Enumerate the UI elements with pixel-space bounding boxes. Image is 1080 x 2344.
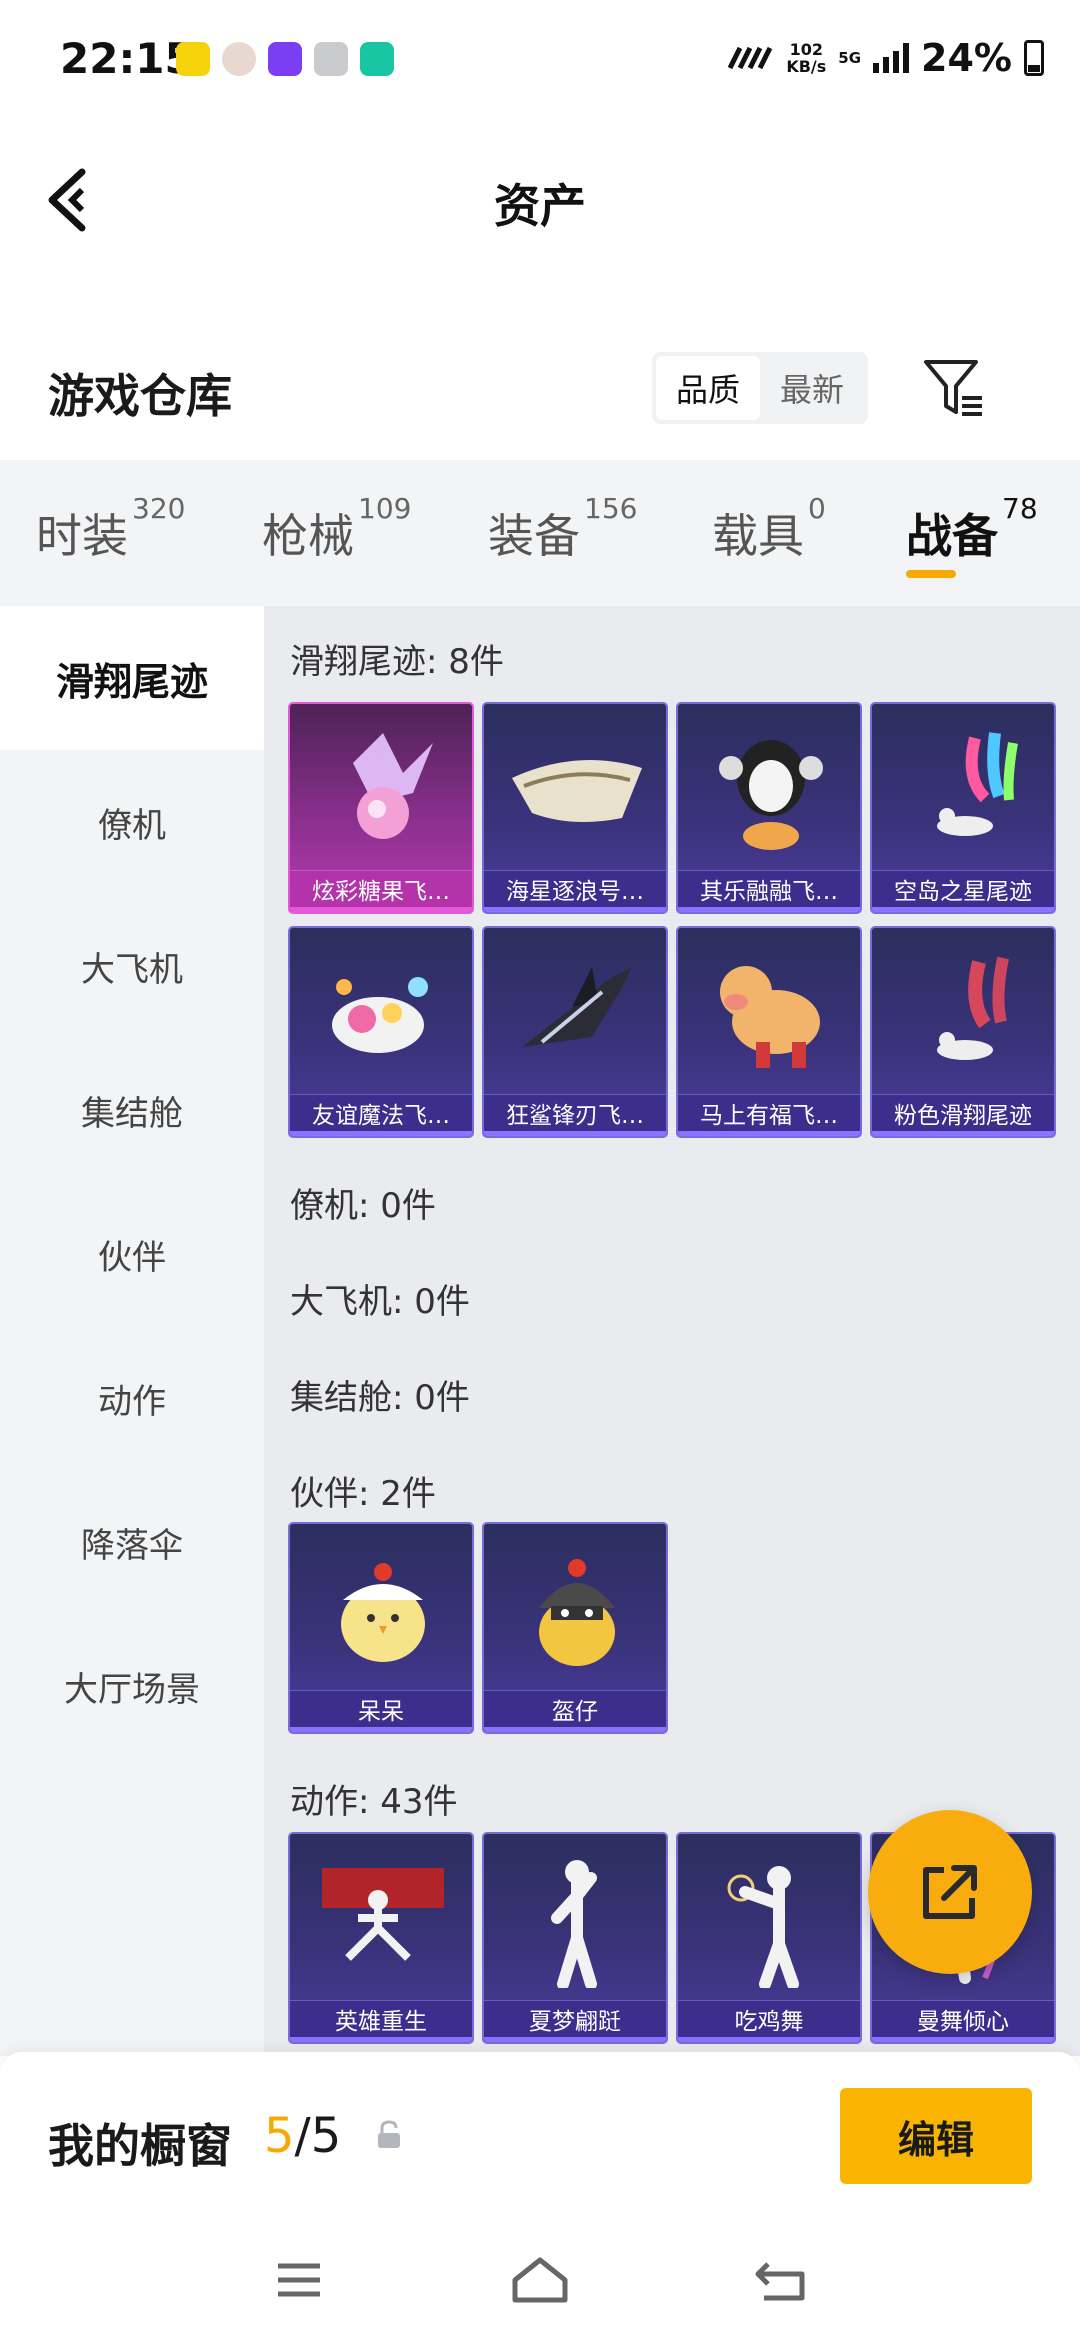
- menu-icon: [278, 2263, 320, 2297]
- status-bar: 22:15 102 KB/s 5G 24%: [0, 0, 1080, 120]
- item-name: 呆呆: [290, 1690, 472, 1732]
- category-sidebar: 滑翔尾迹 僚机 大飞机 集结舱 伙伴 动作 降落伞 大厅场景: [0, 606, 264, 2056]
- signal-icon: [873, 43, 910, 73]
- sort-option-quality[interactable]: 品质: [656, 356, 760, 420]
- item-card[interactable]: 吃鸡舞: [676, 1832, 862, 2044]
- horse-trail-image: [678, 928, 860, 1096]
- sidebar-item-wingman[interactable]: 僚机: [0, 750, 264, 894]
- menu-nav-button[interactable]: [264, 2250, 334, 2310]
- item-card[interactable]: 马上有福飞…: [676, 926, 862, 1138]
- showcase-count: 5/5: [264, 2108, 342, 2164]
- battery-icon: [1024, 40, 1044, 76]
- header: 资产: [0, 140, 1080, 260]
- lock-icon: [378, 2120, 400, 2148]
- item-name: 海星逐浪号…: [484, 870, 666, 912]
- shark-trail-image: [484, 928, 666, 1096]
- status-time: 22:15: [60, 34, 194, 83]
- home-nav-button[interactable]: [505, 2250, 575, 2310]
- item-name: 英雄重生: [290, 2000, 472, 2042]
- tab-fashion[interactable]: 时装320: [36, 492, 185, 566]
- item-name: 其乐融融飞…: [678, 870, 860, 912]
- friendship-magic-trail-image: [290, 928, 472, 1096]
- edit-button[interactable]: 编辑: [840, 2088, 1032, 2184]
- page-title: 资产: [494, 179, 586, 233]
- item-card[interactable]: 狂鲨锋刃飞…: [482, 926, 668, 1138]
- gear-app-icon: [314, 42, 348, 76]
- share-fab-button[interactable]: [868, 1810, 1032, 1974]
- group-title: 僚机: 0件: [290, 1186, 436, 1226]
- group-title: 集结舱: 0件: [290, 1378, 470, 1418]
- item-card[interactable]: 炫彩糖果飞…: [288, 702, 474, 914]
- status-right: 102 KB/s 5G 24%: [728, 36, 1044, 80]
- avatar-icon: [222, 42, 256, 76]
- sidebar-item-big-plane[interactable]: 大飞机: [0, 894, 264, 1038]
- boat-trail-image: [484, 704, 666, 872]
- item-name: 夏梦翩跹: [484, 2000, 666, 2042]
- item-card[interactable]: 夏梦翩跹: [482, 1832, 668, 2044]
- item-card[interactable]: 粉色滑翔尾迹: [870, 926, 1056, 1138]
- share-external-icon: [923, 1865, 977, 1919]
- sort-toggle: 品质 最新: [652, 352, 868, 424]
- system-navbar: [0, 2222, 1080, 2344]
- item-name: 狂鲨锋刃飞…: [484, 1094, 666, 1136]
- back-nav-button[interactable]: [746, 2250, 816, 2310]
- sort-option-latest[interactable]: 最新: [760, 356, 864, 420]
- sidebar-item-companion[interactable]: 伙伴: [0, 1182, 264, 1326]
- filter-icon: [924, 360, 982, 416]
- hero-emote-image: [290, 1834, 472, 2002]
- item-card[interactable]: 空岛之星尾迹: [870, 702, 1056, 914]
- group-title: 动作: 43件: [290, 1782, 458, 1822]
- item-name: 盔仔: [484, 1690, 666, 1732]
- group-title: 伙伴: 2件: [290, 1474, 436, 1514]
- group-title: 滑翔尾迹: 8件: [290, 642, 504, 682]
- group-title: 大飞机: 0件: [290, 1282, 470, 1322]
- back-icon: [755, 2262, 805, 2301]
- sidebar-item-emote[interactable]: 动作: [0, 1326, 264, 1470]
- active-tab-indicator: [906, 570, 956, 578]
- green-app-icon: [360, 42, 394, 76]
- penguin-trail-image: [678, 704, 860, 872]
- battery-percent: 24%: [921, 36, 1012, 80]
- home-icon: [512, 2257, 568, 2303]
- item-name: 友谊魔法飞…: [290, 1094, 472, 1136]
- item-name: 空岛之星尾迹: [872, 870, 1054, 912]
- filter-button[interactable]: [920, 354, 988, 422]
- status-app-icons: [176, 42, 394, 76]
- item-card[interactable]: 海星逐浪号…: [482, 702, 668, 914]
- item-name: 吃鸡舞: [678, 2000, 860, 2042]
- helmet-chick-companion-image: [484, 1524, 666, 1692]
- item-card[interactable]: 呆呆: [288, 1522, 474, 1734]
- chick-companion-image: [290, 1524, 472, 1692]
- item-card[interactable]: 英雄重生: [288, 1832, 474, 2044]
- chicken-dance-emote-image: [678, 1834, 860, 2002]
- item-card[interactable]: 盔仔: [482, 1522, 668, 1734]
- sky-island-trail-image: [872, 704, 1054, 872]
- tab-battle-prep[interactable]: 战备78: [906, 492, 1038, 566]
- app-icon-yellow: [176, 42, 210, 76]
- tab-equipment[interactable]: 装备156: [488, 492, 637, 566]
- item-name: 炫彩糖果飞…: [290, 870, 472, 912]
- sidebar-item-lobby-scene[interactable]: 大厅场景: [0, 1614, 264, 1758]
- pink-glide-trail-image: [872, 928, 1054, 1096]
- sidebar-item-pod[interactable]: 集结舱: [0, 1038, 264, 1182]
- item-name: 马上有福飞…: [678, 1094, 860, 1136]
- showcase-label: 我的橱窗: [48, 2119, 232, 2173]
- candy-trail-image: [290, 704, 472, 872]
- dance-emote-image: [484, 1834, 666, 2002]
- section-title: 游戏仓库: [48, 369, 232, 423]
- nfc-icon: [728, 46, 773, 70]
- showcase-bar: 我的橱窗 5/5 编辑: [0, 2052, 1080, 2222]
- tab-vehicles[interactable]: 载具0: [712, 492, 826, 566]
- sidebar-item-glide-trail[interactable]: 滑翔尾迹: [0, 606, 264, 750]
- item-name: 曼舞倾心: [872, 2000, 1054, 2042]
- item-card[interactable]: 其乐融融飞…: [676, 702, 862, 914]
- item-card[interactable]: 友谊魔法飞…: [288, 926, 474, 1138]
- purple-app-icon: [268, 42, 302, 76]
- item-name: 粉色滑翔尾迹: [872, 1094, 1054, 1136]
- category-tabs: 时装320 枪械109 装备156 载具0 战备78: [0, 460, 1080, 606]
- tab-firearms[interactable]: 枪械109: [262, 492, 411, 566]
- network-type: 5G: [838, 49, 862, 67]
- sidebar-item-parachute[interactable]: 降落伞: [0, 1470, 264, 1614]
- network-speed: 102 KB/s: [786, 40, 827, 76]
